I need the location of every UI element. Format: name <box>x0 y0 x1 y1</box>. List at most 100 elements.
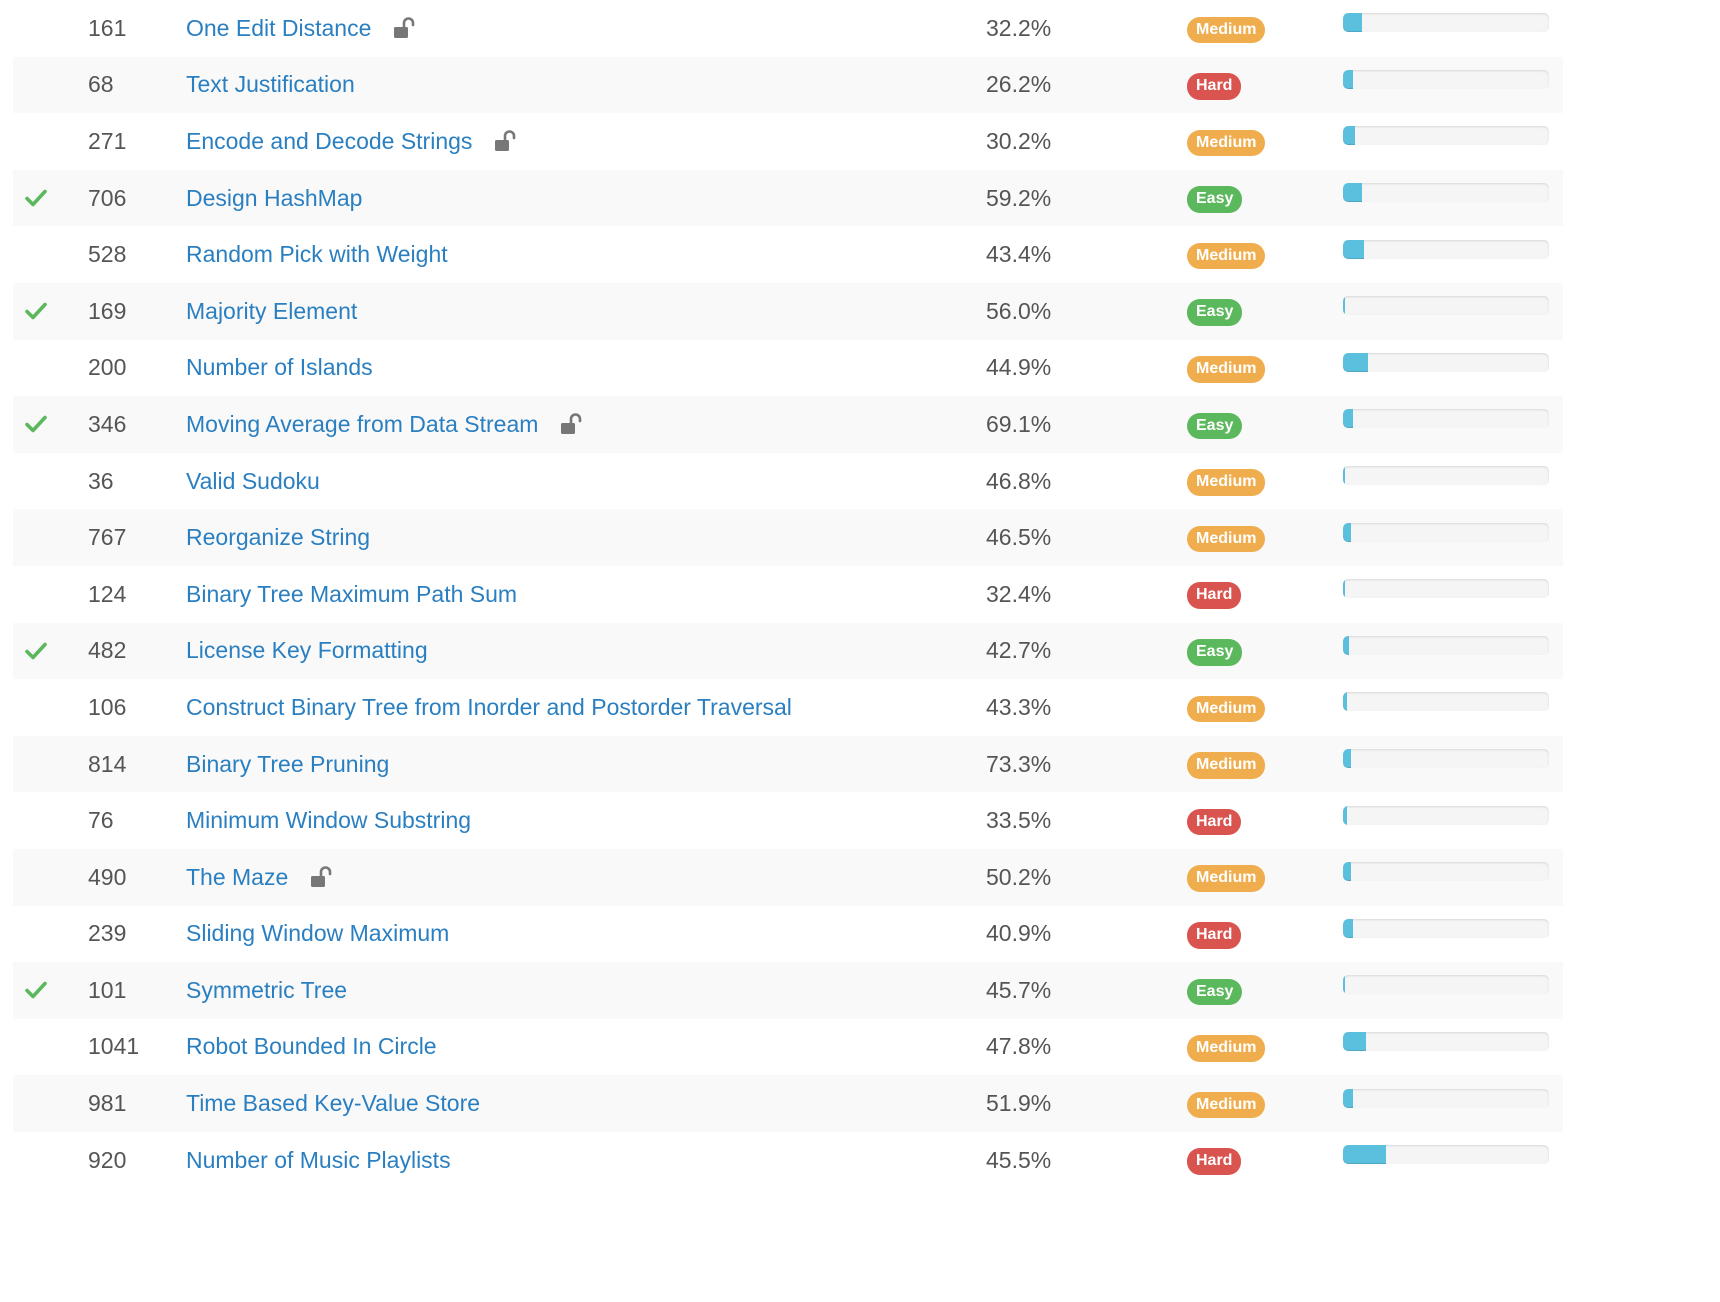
acceptance-rate: 56.0% <box>986 297 1052 324</box>
problem-title-link[interactable]: Sliding Window Maximum <box>186 920 449 947</box>
problem-number: 106 <box>88 693 127 720</box>
status-cell <box>25 226 65 283</box>
problem-title-link[interactable]: Binary Tree Pruning <box>186 751 389 778</box>
difficulty-cell: Medium <box>1187 1019 1317 1076</box>
status-cell <box>25 906 65 963</box>
table-row: 271 Encode and Decode Strings 30.2% Medi… <box>13 113 1563 170</box>
frequency-bar-fill <box>1343 805 1348 825</box>
problem-title-link[interactable]: Valid Sudoku <box>186 468 320 495</box>
problem-title-link[interactable]: Number of Islands <box>186 354 373 381</box>
difficulty-badge: Easy <box>1187 299 1243 327</box>
unlock-icon[interactable] <box>308 864 334 890</box>
frequency-bar-fill <box>1343 579 1346 599</box>
table-row: 528 Random Pick with Weight 43.4% Medium <box>13 226 1563 283</box>
difficulty-cell: Easy <box>1187 623 1317 680</box>
difficulty-cell: Hard <box>1187 1132 1317 1189</box>
table-row: 169 Majority Element 56.0% Easy <box>13 282 1563 340</box>
frequency-bar-fill <box>1343 409 1354 429</box>
table-row: 346 Moving Average from Data Stream 69.1… <box>13 396 1563 453</box>
acceptance-rate: 45.5% <box>986 1146 1052 1173</box>
problem-title-link[interactable]: Construct Binary Tree from Inorder and P… <box>186 694 792 721</box>
problem-title-link[interactable]: Robot Bounded In Circle <box>186 1033 437 1060</box>
status-cell <box>25 453 65 510</box>
problem-title-link[interactable]: Text Justification <box>186 71 355 98</box>
acceptance-rate: 73.3% <box>986 750 1052 777</box>
title-cell: Majority Element <box>186 283 966 340</box>
problem-title-link[interactable]: License Key Formatting <box>186 637 428 664</box>
frequency-cell <box>1343 226 1553 283</box>
title-cell: Text Justification <box>186 57 966 114</box>
frequency-cell <box>1343 0 1553 57</box>
problem-number: 482 <box>88 637 127 664</box>
table-row: 1041 Robot Bounded In Circle 47.8% Mediu… <box>13 1019 1563 1076</box>
title-cell: Binary Tree Pruning <box>186 736 966 793</box>
problem-title-link[interactable]: Time Based Key-Value Store <box>186 1090 480 1117</box>
frequency-cell <box>1343 57 1553 114</box>
table-row: 490 The Maze 50.2% Medium <box>13 848 1563 906</box>
difficulty-badge: Hard <box>1187 1148 1242 1175</box>
title-cell: Number of Music Playlists <box>186 1132 966 1189</box>
frequency-bar-fill <box>1343 126 1356 146</box>
frequency-cell <box>1343 1019 1553 1076</box>
problem-number: 169 <box>88 297 127 324</box>
unlock-icon[interactable] <box>492 128 518 154</box>
acceptance-rate: 40.9% <box>986 920 1052 947</box>
frequency-cell <box>1343 453 1553 510</box>
frequency-bar <box>1343 975 1549 995</box>
difficulty-cell: Easy <box>1187 962 1317 1019</box>
problem-title-link[interactable]: Encode and Decode Strings <box>186 128 472 155</box>
problem-title-link[interactable]: The Maze <box>186 864 288 891</box>
title-cell: Moving Average from Data Stream <box>186 396 966 453</box>
difficulty-cell: Hard <box>1187 906 1317 963</box>
frequency-bar-fill <box>1343 1088 1354 1108</box>
frequency-bar-fill <box>1343 975 1346 995</box>
frequency-bar-fill <box>1343 69 1354 89</box>
acceptance-rate: 59.2% <box>986 184 1052 211</box>
difficulty-badge: Easy <box>1187 412 1243 440</box>
problem-number: 200 <box>88 354 127 381</box>
frequency-bar-fill <box>1343 13 1362 33</box>
problem-title-link[interactable]: Random Pick with Weight <box>186 241 448 268</box>
difficulty-badge: Medium <box>1187 129 1266 157</box>
title-cell: Time Based Key-Value Store <box>186 1075 966 1132</box>
difficulty-badge: Hard <box>1187 73 1242 100</box>
frequency-bar <box>1343 1088 1549 1108</box>
frequency-bar <box>1343 296 1549 316</box>
status-cell <box>25 623 65 680</box>
difficulty-cell: Medium <box>1187 226 1317 283</box>
status-cell <box>25 792 65 849</box>
table-row: 981 Time Based Key-Value Store 51.9% Med… <box>13 1075 1563 1132</box>
title-cell: Number of Islands <box>186 340 966 397</box>
problem-number: 767 <box>88 524 127 551</box>
unlock-icon[interactable] <box>391 15 417 41</box>
status-cell <box>25 113 65 170</box>
acceptance-rate: 26.2% <box>986 71 1052 98</box>
frequency-cell <box>1343 962 1553 1019</box>
table-row: 767 Reorganize String 46.5% Medium <box>13 509 1563 566</box>
difficulty-badge: Medium <box>1187 695 1266 723</box>
problem-title-link[interactable]: Binary Tree Maximum Path Sum <box>186 581 517 608</box>
title-cell: Minimum Window Substring <box>186 792 966 849</box>
frequency-bar-fill <box>1343 522 1352 542</box>
problem-title-link[interactable]: Minimum Window Substring <box>186 807 471 834</box>
problem-title-link[interactable]: Symmetric Tree <box>186 977 347 1004</box>
title-cell: Reorganize String <box>186 509 966 566</box>
frequency-bar <box>1343 805 1549 825</box>
frequency-bar-fill <box>1343 352 1368 372</box>
unlock-icon[interactable] <box>558 411 584 437</box>
problem-title-link[interactable]: Reorganize String <box>186 524 370 551</box>
problem-title-link[interactable]: Design HashMap <box>186 185 362 212</box>
problem-title-link[interactable]: Number of Music Playlists <box>186 1147 451 1174</box>
difficulty-cell: Hard <box>1187 57 1317 114</box>
problem-title-link[interactable]: Majority Element <box>186 298 357 325</box>
difficulty-cell: Medium <box>1187 340 1317 397</box>
acceptance-rate: 32.2% <box>986 14 1052 41</box>
title-cell: Design HashMap <box>186 170 966 227</box>
table-row: 106 Construct Binary Tree from Inorder a… <box>13 679 1563 736</box>
status-cell <box>25 283 65 340</box>
problem-title-link[interactable]: Moving Average from Data Stream <box>186 411 538 438</box>
problem-number: 920 <box>88 1146 127 1173</box>
difficulty-cell: Medium <box>1187 679 1317 736</box>
problem-title-link[interactable]: One Edit Distance <box>186 15 371 42</box>
table-row: 482 License Key Formatting 42.7% Easy <box>13 622 1563 680</box>
